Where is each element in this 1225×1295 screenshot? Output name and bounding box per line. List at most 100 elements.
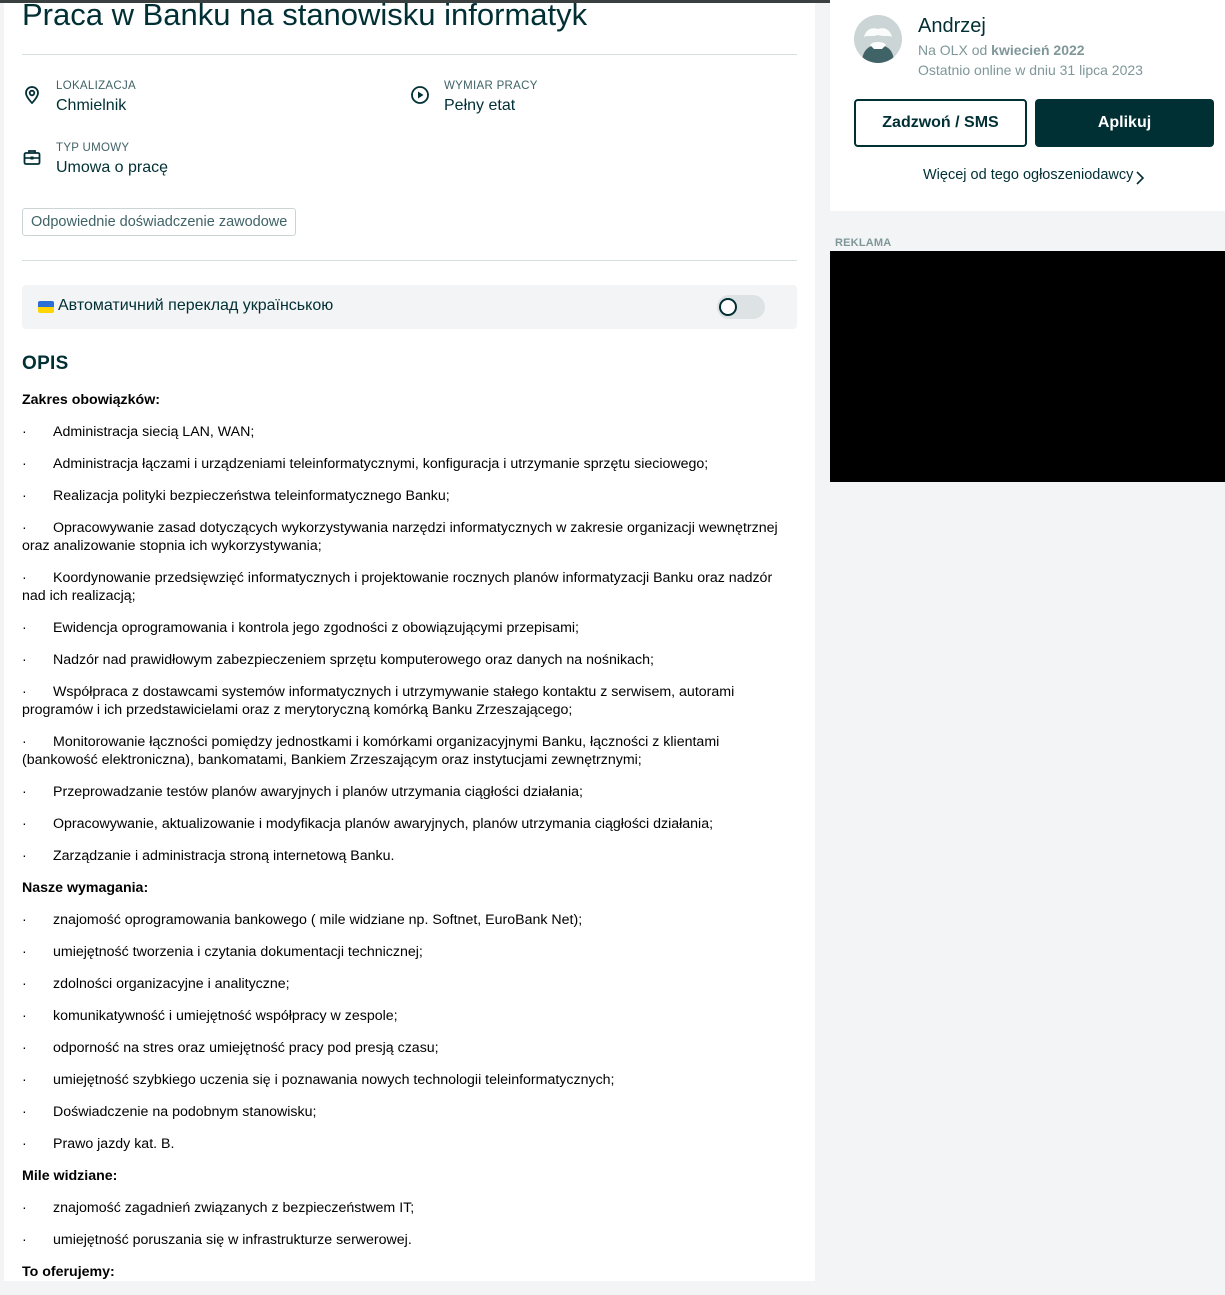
description-list-item: · odporność na stres oraz umiejętność pra… <box>22 1039 797 1057</box>
divider <box>22 260 797 261</box>
description-list-item-text: Nadzór nad prawidłowym zabezpieczeniem s… <box>53 652 654 668</box>
bullet: · <box>22 424 27 440</box>
description-list-item: · Administracja siecią LAN, WAN; <box>22 423 797 441</box>
bullet: · <box>22 1040 27 1056</box>
description-list-item: · Współpraca z dostawcami systemów inform… <box>22 683 797 719</box>
description-heading: OPIS <box>22 353 69 374</box>
avatar[interactable] <box>854 15 902 63</box>
param-location-label: LOKALIZACJA <box>56 80 136 92</box>
bullet: · <box>22 488 27 504</box>
description-section-title: Zakres obowiązków: <box>22 392 160 408</box>
call-sms-button[interactable]: Zadzwoń / SMS <box>854 99 1027 147</box>
member-since-prefix: Na OLX od <box>918 42 988 58</box>
bullet: · <box>22 1104 27 1120</box>
description-list-item-text: komunikatywność i umiejętność współpracy… <box>53 1008 398 1024</box>
description-list-item: · Nadzór nad prawidłowym zabezpieczeniem … <box>22 651 797 669</box>
description-list-item: · Opracowywanie zasad dotyczących wykorzy… <box>22 519 797 555</box>
description-list-item: · Realizacja polityki bezpieczeństwa tele… <box>22 487 797 505</box>
description-list-item: · Zarządzanie i administracja stroną inte… <box>22 847 797 865</box>
description-list-item: · znajomość zagadnień związanych z bezpie… <box>22 1199 797 1217</box>
member-since-value: kwiecień 2022 <box>991 42 1085 58</box>
param-contract-label: TYP UMOWY <box>56 142 130 154</box>
description-list-item: · zdolności organizacyjne i analityczne; <box>22 975 797 993</box>
description-list-item-text: Doświadczenie na podobnym stanowisku; <box>53 1104 317 1120</box>
location-pin-icon <box>25 86 39 105</box>
bullet: · <box>22 652 27 668</box>
description-list-item-text: Administracja łączami i urządzeniami tel… <box>53 456 709 472</box>
bullet: · <box>22 784 27 800</box>
description-list-item-text: Monitorowanie łączności pomiędzy jednost… <box>22 734 720 768</box>
description-section-title: Mile widziane: <box>22 1168 118 1184</box>
description-list-item-text: zdolności organizacyjne i analityczne; <box>53 976 290 992</box>
ukraine-flag-icon <box>38 301 54 313</box>
description-list-item: · Koordynowanie przedsięwzięć informatycz… <box>22 569 797 605</box>
description-list-item-text: Opracowywanie zasad dotyczących wykorzys… <box>22 520 778 554</box>
description-list-item: · znajomość oprogramowania bankowego ( mi… <box>22 911 797 929</box>
bullet: · <box>22 570 27 586</box>
description-list-item-text: znajomość zagadnień związanych z bezpiec… <box>53 1200 415 1216</box>
description-list-item: · umiejętność szybkiego uczenia się i poz… <box>22 1071 797 1089</box>
bullet: · <box>22 734 27 750</box>
description-list-item: · komunikatywność i umiejętność współprac… <box>22 1007 797 1025</box>
page-title: Praca w Banku na stanowisku informatyk <box>22 0 588 32</box>
description-list-item-text: Opracowywanie, aktualizowanie i modyfika… <box>53 816 714 832</box>
seller-last-online: Ostatnio online w dniu 31 lipca 2023 <box>918 62 1143 78</box>
param-location-value: Chmielnik <box>56 97 127 114</box>
description-list-item: · Administracja łączami i urządzeniami te… <box>22 455 797 473</box>
description-list-item-text: Koordynowanie przedsięwzięć informatyczn… <box>22 570 773 604</box>
description-list-item-text: Współpraca z dostawcami systemów informa… <box>22 684 735 718</box>
param-work-time-value: Pełny etat <box>444 97 516 114</box>
bullet: · <box>22 1232 27 1248</box>
description-list-item: · Doświadczenie na podobnym stanowisku; <box>22 1103 797 1121</box>
bullet: · <box>22 976 27 992</box>
bullet: · <box>22 1008 27 1024</box>
description-list-item-text: umiejętność szybkiego uczenia się i pozn… <box>53 1072 615 1088</box>
bullet: · <box>22 912 27 928</box>
description-list-item-text: umiejętność tworzenia i czytania dokumen… <box>53 944 423 960</box>
bullet: · <box>22 944 27 960</box>
param-contract-value: Umowa o pracę <box>56 159 169 176</box>
description-list-item: · Prawo jazdy kat. B. <box>22 1135 797 1153</box>
description-list-item-text: Ewidencja oprogramowania i kontrola jego… <box>53 620 579 636</box>
translation-label: Автоматичний переклад українською <box>58 297 334 314</box>
description-list-item-text: znajomość oprogramowania bankowego ( mil… <box>53 912 583 928</box>
description-list-item: · Przeprowadzanie testów planów awaryjnyc… <box>22 783 797 801</box>
bullet: · <box>22 848 27 864</box>
bullet: · <box>22 456 27 472</box>
description-section-title: To oferujemy: <box>22 1264 115 1280</box>
description-list-item: · Ewidencja oprogramowania i kontrola jeg… <box>22 619 797 637</box>
description-list-item-text: umiejętność poruszania się w infrastrukt… <box>53 1232 412 1248</box>
description-section-title: Nasze wymagania: <box>22 880 149 896</box>
apply-button[interactable]: Aplikuj <box>1035 99 1214 147</box>
description-list-item-text: Administracja siecią LAN, WAN; <box>53 424 255 440</box>
param-work-time-label: WYMIAR PRACY <box>444 80 538 92</box>
description-list-item: · umiejętność poruszania się w infrastruk… <box>22 1231 797 1249</box>
listing-panel: Praca w Banku na stanowisku informatyk L… <box>4 0 815 1281</box>
clock-play-icon <box>411 86 429 104</box>
seller-member-since: Na OLX od kwiecień 2022 <box>918 42 1085 58</box>
translation-toggle[interactable] <box>717 295 765 319</box>
user-avatar-icon <box>854 15 902 63</box>
description-list-item-text: odporność na stres oraz umiejętność prac… <box>53 1040 439 1056</box>
seller-card: Andrzej Na OLX od kwiecień 2022 Ostatnio… <box>830 0 1225 211</box>
briefcase-icon <box>23 150 41 165</box>
description-list-item: · Monitorowanie łączności pomiędzy jednos… <box>22 733 797 769</box>
more-from-seller-link[interactable]: Więcej od tego ogłoszeniodawcy <box>923 167 1133 183</box>
bullet: · <box>22 1200 27 1216</box>
ad-banner[interactable] <box>830 251 1225 482</box>
description-list-item-text: Realizacja polityki bezpieczeństwa telei… <box>53 488 450 504</box>
bullet: · <box>22 816 27 832</box>
description-body: Zakres obowiązków: · Administracja siecią … <box>22 391 797 1295</box>
seller-name[interactable]: Andrzej <box>918 15 986 38</box>
chevron-right-icon[interactable] <box>1135 171 1145 185</box>
description-list-item: · umiejętność tworzenia i czytania dokume… <box>22 943 797 961</box>
bullet: · <box>22 620 27 636</box>
description-list-item: · Opracowywanie, aktualizowanie i modyfik… <box>22 815 797 833</box>
bullet: · <box>22 684 27 700</box>
experience-tag: Odpowiednie doświadczenie zawodowe <box>22 208 297 236</box>
ad-label: REKLAMA <box>835 237 892 249</box>
bullet: · <box>22 1072 27 1088</box>
translation-bar: Автоматичний переклад українською <box>22 285 797 329</box>
bullet: · <box>22 1136 27 1152</box>
toggle-knob <box>719 298 737 316</box>
